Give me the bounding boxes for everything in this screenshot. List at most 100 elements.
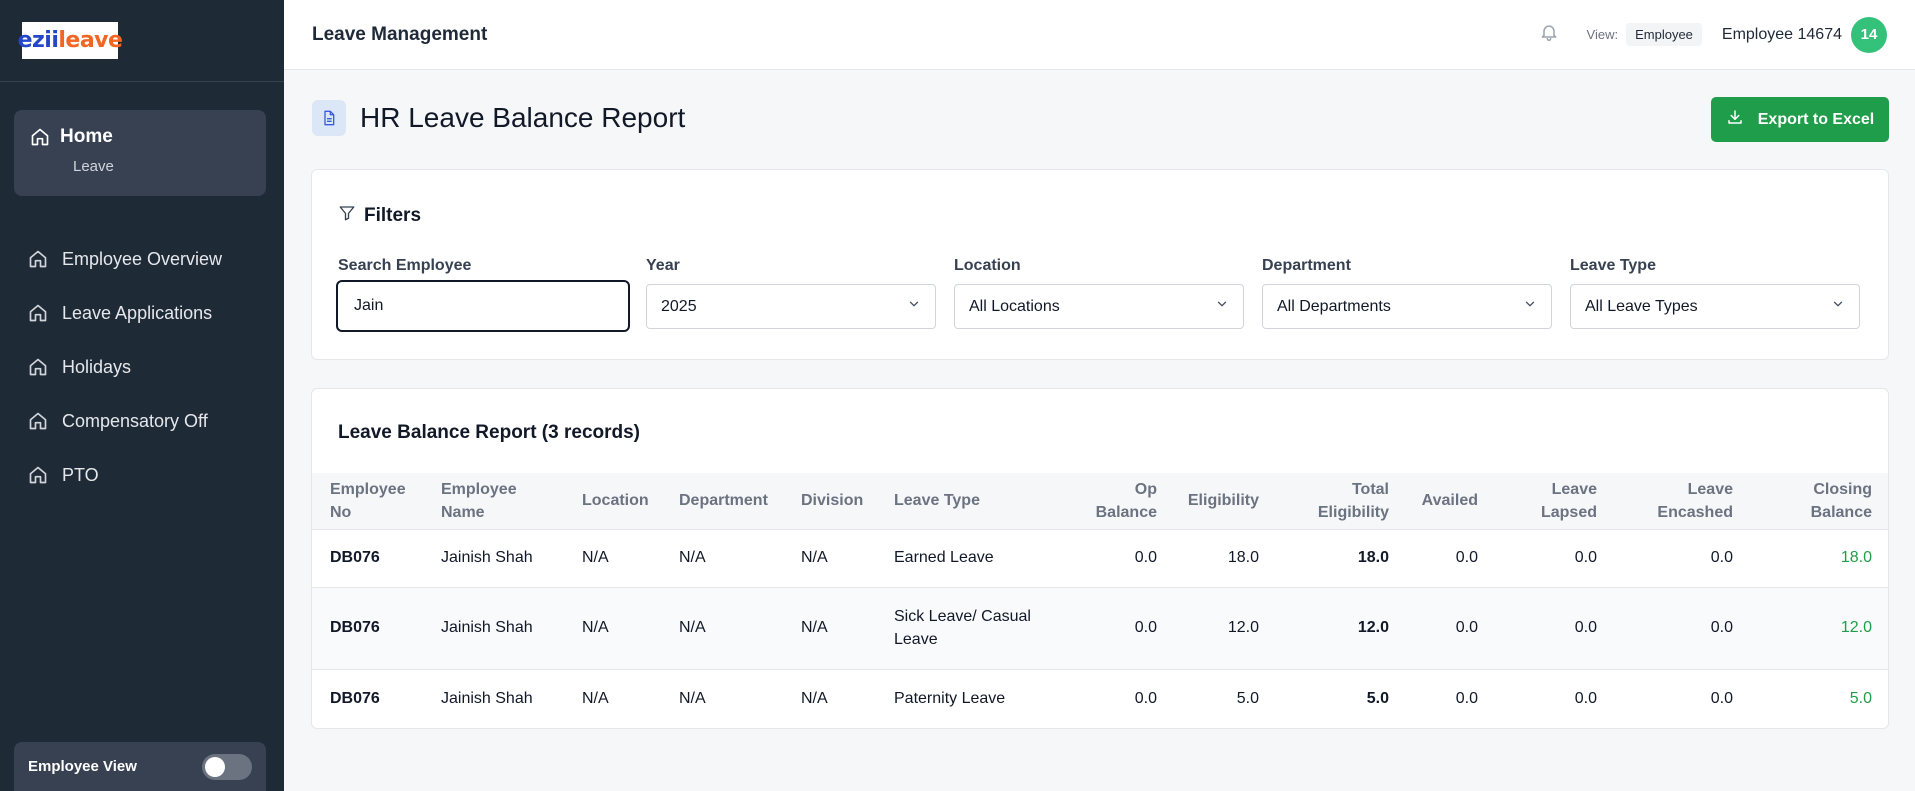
sidebar-item-label: Holidays <box>62 356 132 377</box>
column-header-employee-no[interactable]: Employee No <box>312 473 437 529</box>
cell-employee-no: DB076 <box>330 549 380 566</box>
avatar[interactable]: 14 <box>1851 16 1887 53</box>
search-employee-input[interactable]: Jain <box>336 280 630 332</box>
sidebar-item-leave-applications[interactable]: Leave Applications <box>28 286 222 340</box>
cell-employee-no: DB076 <box>330 689 380 707</box>
app-title: Leave Management <box>312 23 488 45</box>
sidebar-item-home-label: Home <box>60 126 113 147</box>
column-header-op-balance[interactable]: Op Balance <box>1063 473 1161 529</box>
leave-type-select[interactable]: All Leave Types <box>1570 284 1860 329</box>
user-name[interactable]: Employee 14674 <box>1722 26 1842 44</box>
cell-total-eligibility: 12.0 <box>1357 619 1389 636</box>
cell-leave-type: Paternity Leave <box>894 689 1006 707</box>
table-row[interactable]: DB076 Jainish Shah N/A N/A N/A Paternity… <box>312 669 1888 728</box>
leave-type-line: Leave <box>894 631 938 648</box>
sidebar-item-holidays[interactable]: Holidays <box>28 340 222 394</box>
sidebar-item-compensatory-off[interactable]: Compensatory Off <box>28 394 222 448</box>
cell-eligibility: 5.0 <box>1236 689 1259 707</box>
column-header-location[interactable]: Location <box>578 473 675 529</box>
cell-department: N/A <box>679 689 706 707</box>
leave-type-field: Leave Type All Leave Types <box>1570 257 1860 329</box>
cell-location: N/A <box>582 689 609 707</box>
employee-view-toggle[interactable] <box>202 753 252 780</box>
cell-closing-balance: 12.0 <box>1840 619 1872 636</box>
column-header-eligibility[interactable]: Eligibility <box>1161 473 1263 529</box>
column-header-department[interactable]: Department <box>675 473 797 529</box>
department-select[interactable]: All Departments <box>1262 284 1552 329</box>
location-select[interactable]: All Locations <box>954 284 1244 329</box>
logo-part1: ezii <box>17 28 59 53</box>
header-line: Leave <box>1687 480 1733 498</box>
employee-view-label: Employee View <box>28 758 137 775</box>
filters-heading: Filters <box>338 204 421 228</box>
cell-total-eligibility: 5.0 <box>1366 689 1389 707</box>
search-employee-value: Jain <box>354 297 384 314</box>
bell-icon[interactable] <box>1539 21 1559 48</box>
cell-availed: 0.0 <box>1455 619 1478 636</box>
department-label: Department <box>1262 257 1351 274</box>
year-select[interactable]: 2025 <box>646 284 936 329</box>
filters-title: Filters <box>364 205 422 226</box>
department-value: All Departments <box>1277 297 1391 315</box>
location-value: All Locations <box>969 297 1060 315</box>
view-mode-badge[interactable]: Employee <box>1626 23 1702 46</box>
chevron-down-icon <box>1215 297 1229 316</box>
sidebar-nav: Employee Overview Leave Applications Hol… <box>28 232 222 502</box>
toggle-knob <box>205 756 225 777</box>
home-icon <box>30 127 50 147</box>
home-icon <box>28 465 48 485</box>
column-header-leave-type[interactable]: Leave Type <box>890 473 1063 529</box>
cell-location: N/A <box>582 549 609 566</box>
cell-op-balance: 0.0 <box>1134 619 1157 636</box>
logo-area: ezii leave <box>0 0 284 82</box>
search-employee-label: Search Employee <box>338 257 472 274</box>
employee-view-panel: Employee View <box>14 742 266 791</box>
table-row[interactable]: DB076 Jainish Shah N/A N/A N/A Sick Leav… <box>312 587 1888 669</box>
chevron-down-icon <box>907 297 921 316</box>
header-line: Leave <box>1551 480 1597 498</box>
export-button-label: Export to Excel <box>1757 110 1875 128</box>
cell-eligibility: 18.0 <box>1227 549 1259 566</box>
column-header-leave-encashed[interactable]: Leave Encashed <box>1601 473 1737 529</box>
cell-leave-encashed: 0.0 <box>1710 619 1733 636</box>
cell-employee-name: Jainish Shah <box>441 689 533 707</box>
sidebar-item-label: Leave Applications <box>62 302 213 323</box>
column-header-total-eligibility[interactable]: Total Eligibility <box>1263 473 1393 529</box>
cell-employee-name: Jainish Shah <box>441 549 533 566</box>
cell-division: N/A <box>801 549 828 566</box>
sidebar-item-pto[interactable]: PTO <box>28 448 222 502</box>
table-row[interactable]: DB076 Jainish Shah N/A N/A N/A Earned Le… <box>312 529 1888 587</box>
header-line: Op <box>1134 480 1157 498</box>
top-bar: Leave Management View: Employee Employee… <box>284 0 1915 70</box>
cell-department: N/A <box>679 549 706 566</box>
cell-closing-balance: 5.0 <box>1849 689 1872 707</box>
sidebar-item-employee-overview[interactable]: Employee Overview <box>28 232 222 286</box>
report-title: Leave Balance Report (3 records) <box>338 422 641 443</box>
home-icon <box>28 249 48 269</box>
cell-total-eligibility: 18.0 <box>1357 549 1389 566</box>
location-field: Location All Locations <box>954 257 1244 329</box>
column-header-leave-lapsed[interactable]: Leave Lapsed <box>1482 473 1601 529</box>
cell-op-balance: 0.0 <box>1134 549 1157 566</box>
export-to-excel-button[interactable]: Export to Excel <box>1711 97 1889 142</box>
filters-card: Filters Search Employee Jain Year 2025 L… <box>311 169 1889 360</box>
column-header-employee-name[interactable]: Employee Name <box>437 473 578 529</box>
page-header: HR Leave Balance Report <box>312 100 685 136</box>
cell-op-balance: 0.0 <box>1134 689 1157 707</box>
year-label: Year <box>646 257 680 274</box>
column-header-division[interactable]: Division <box>797 473 890 529</box>
cell-division: N/A <box>801 619 828 636</box>
sidebar-subitem-leave[interactable]: Leave <box>73 158 266 175</box>
column-header-closing-balance[interactable]: Closing Balance <box>1737 473 1888 529</box>
column-header-availed[interactable]: Availed <box>1393 473 1482 529</box>
sidebar-item-home[interactable]: Home Leave <box>14 110 266 196</box>
year-value: 2025 <box>661 297 697 315</box>
cell-leave-lapsed: 0.0 <box>1574 619 1597 636</box>
sidebar-item-label: Employee Overview <box>62 248 223 269</box>
sidebar-item-label: PTO <box>62 464 99 485</box>
home-icon <box>28 357 48 377</box>
logo[interactable]: ezii leave <box>18 22 123 59</box>
header-line: Employee <box>330 480 406 498</box>
cell-leave-encashed: 0.0 <box>1710 689 1733 707</box>
cell-availed: 0.0 <box>1455 549 1478 566</box>
